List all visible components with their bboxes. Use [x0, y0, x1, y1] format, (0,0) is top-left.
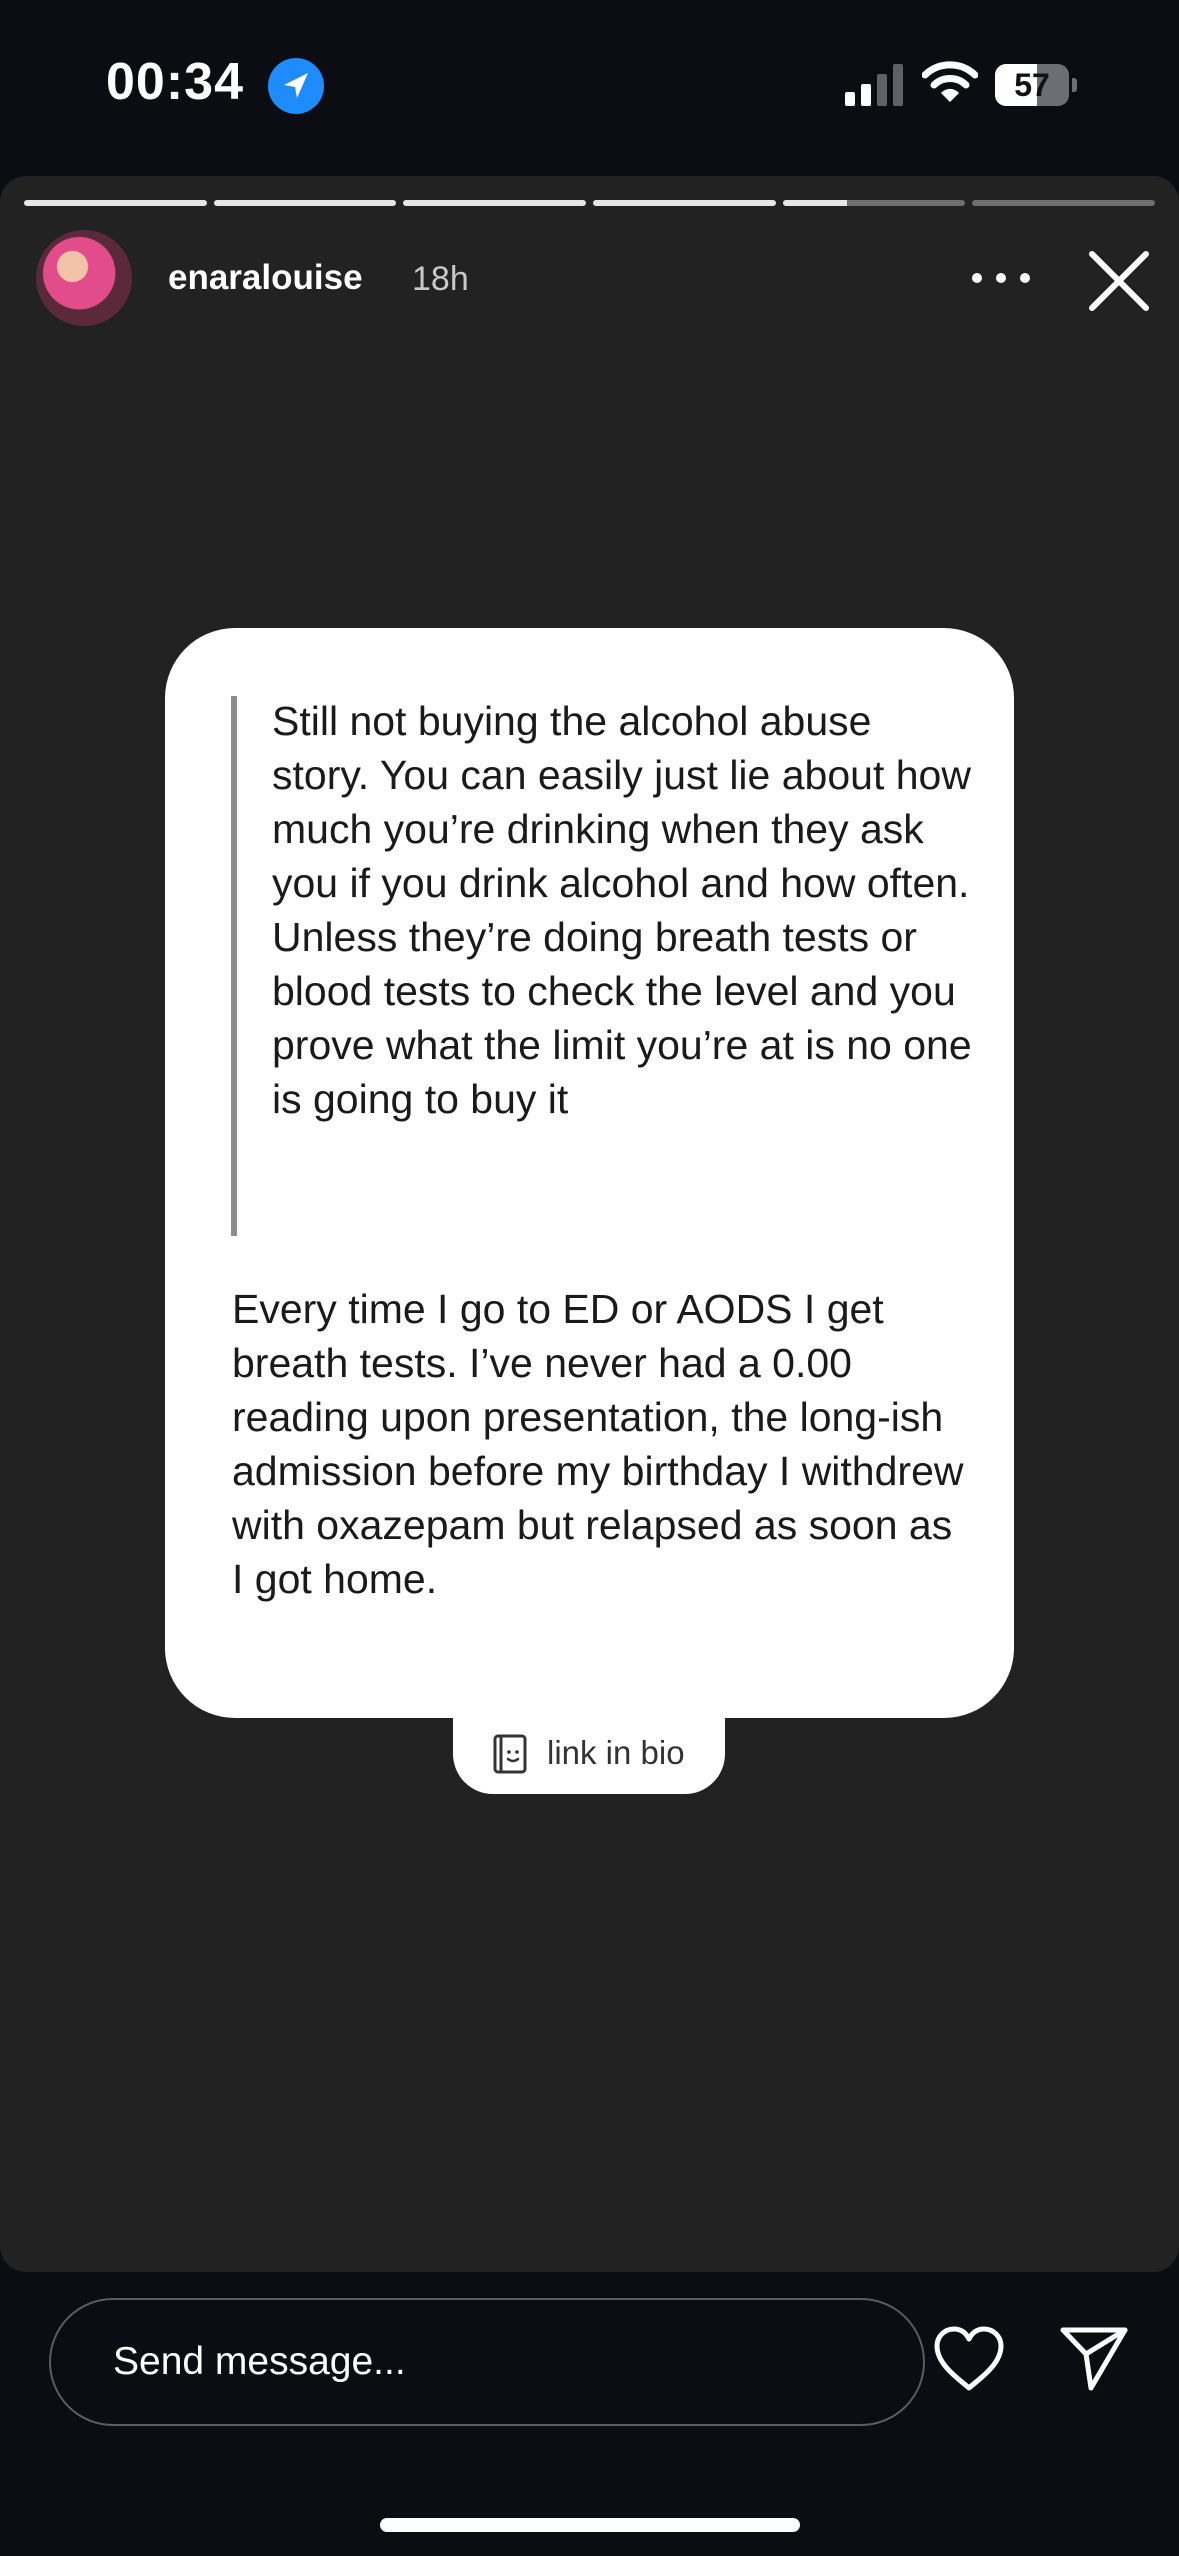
- more-options-button[interactable]: [966, 258, 1036, 298]
- more-icon: [972, 273, 1030, 283]
- story-progress-fill: [24, 200, 207, 206]
- cellular-signal-icon: [845, 62, 905, 108]
- story-progress-fill: [213, 200, 397, 206]
- send-message-input[interactable]: Send message...: [49, 2298, 925, 2426]
- story-progress-fill: [593, 200, 776, 206]
- story-progress-segment: [403, 200, 587, 206]
- avatar[interactable]: [36, 230, 132, 326]
- share-button[interactable]: [1058, 2322, 1130, 2394]
- question-reply-card: Still not buying the alcohol abuse story…: [165, 628, 1014, 1718]
- link-in-bio-label: link in bio: [547, 1734, 685, 1771]
- story-progress-segment: [593, 200, 776, 206]
- story-progress-segment: [213, 200, 397, 206]
- story-progress-fill: [782, 200, 847, 206]
- status-bar: 00:34 57: [0, 0, 1179, 170]
- battery-tip: [1072, 78, 1077, 92]
- location-arrow-icon: [268, 58, 324, 114]
- quoted-question: Still not buying the alcohol abuse story…: [272, 698, 972, 1122]
- link-in-bio-sticker[interactable]: link in bio: [453, 1712, 725, 1794]
- close-icon: [1089, 251, 1149, 311]
- wifi-icon: [921, 58, 979, 106]
- story-progress-segment: [24, 200, 207, 206]
- story-viewer[interactable]: enaralouise 18h Still not buying the alc…: [0, 176, 1179, 2272]
- home-indicator[interactable]: [380, 2518, 800, 2532]
- reply-text: Every time I go to ED or AODS I get brea…: [232, 1286, 964, 1602]
- book-icon: [493, 1734, 527, 1774]
- like-button[interactable]: [931, 2324, 1007, 2396]
- heart-icon: [934, 2326, 1004, 2391]
- battery-body: 57: [995, 64, 1069, 106]
- battery-percent: 57: [1014, 67, 1050, 103]
- status-time: 00:34: [106, 53, 244, 111]
- story-progress-bar: [24, 200, 1156, 206]
- battery-icon: 57: [995, 64, 1077, 108]
- story-progress-segment: [782, 200, 966, 206]
- bottom-bar: Send message...: [0, 2272, 1179, 2556]
- close-button[interactable]: [1084, 246, 1154, 316]
- story-progress-fill: [403, 200, 587, 206]
- story-progress-segment: [972, 200, 1156, 206]
- quote-bar: [231, 696, 237, 1236]
- send-icon: [1060, 2327, 1128, 2391]
- send-message-placeholder: Send message...: [113, 2340, 406, 2383]
- story-username[interactable]: enaralouise: [168, 258, 363, 298]
- story-time-ago: 18h: [412, 260, 469, 298]
